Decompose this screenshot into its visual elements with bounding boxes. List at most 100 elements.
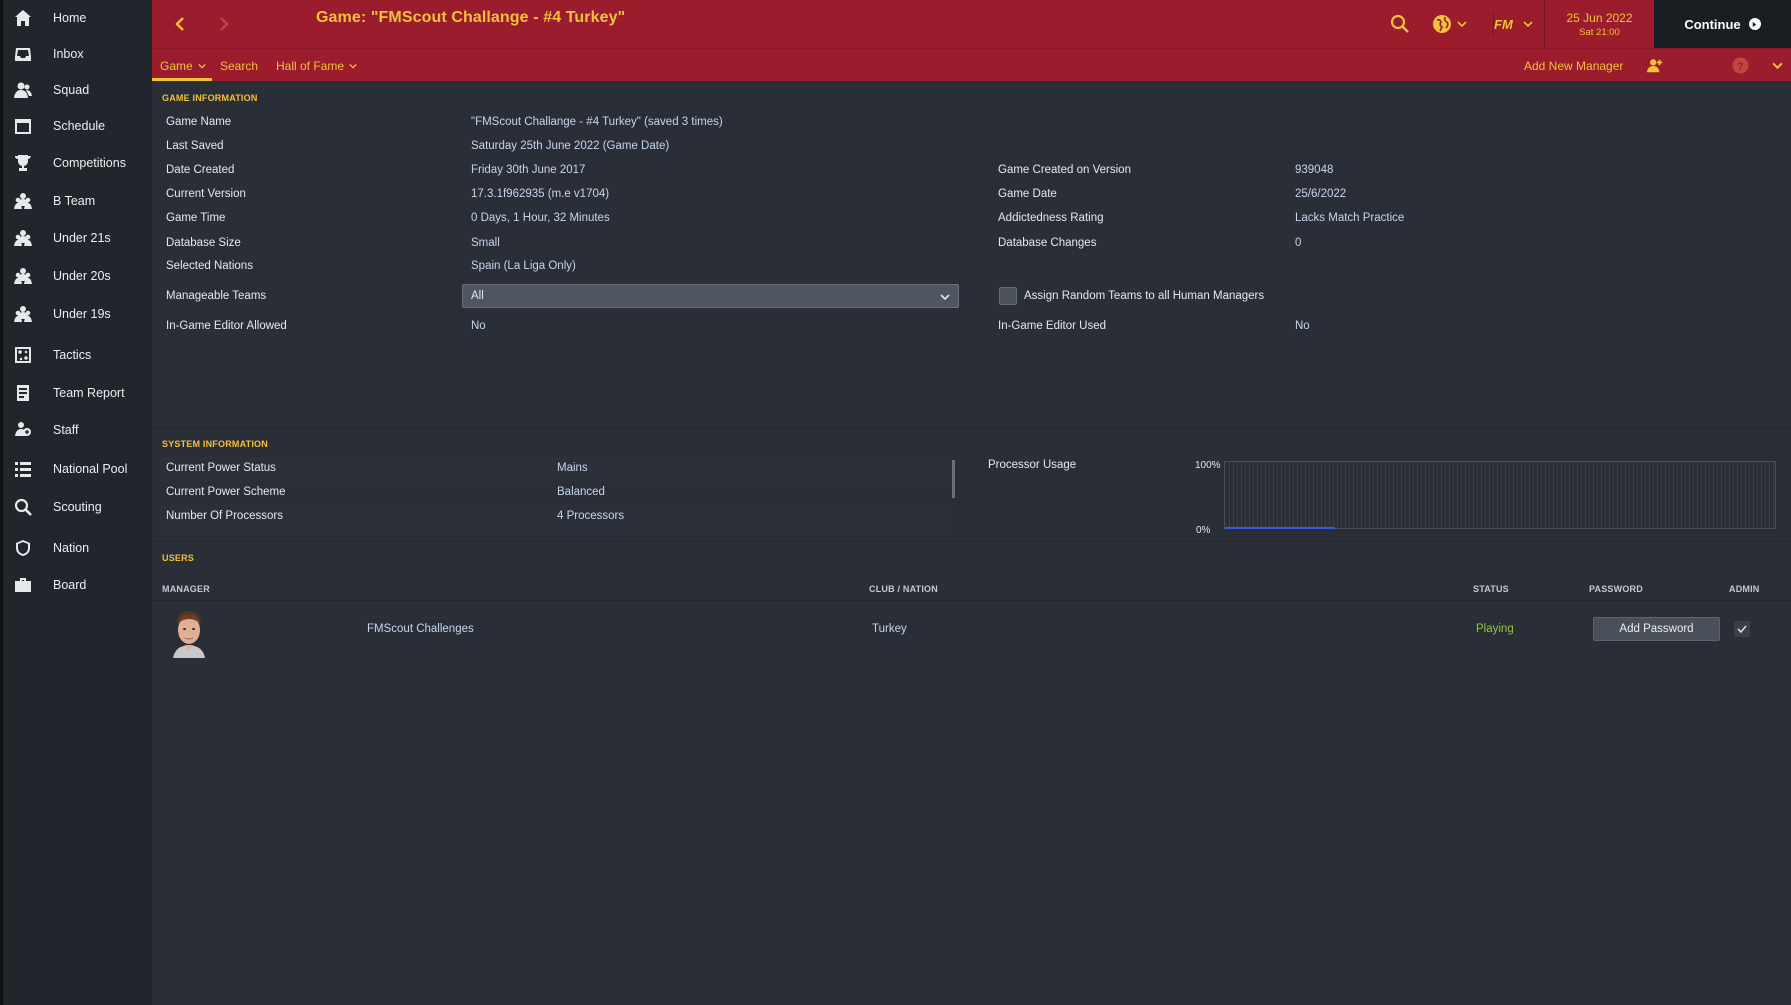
sidebar-item-competitions[interactable]: Competitions: [3, 145, 155, 181]
processor-axis-min: 0%: [1196, 525, 1211, 536]
sidebar-item-label: Squad: [53, 83, 90, 97]
sidebar-item-label: National Pool: [53, 462, 128, 476]
back-button[interactable]: [166, 10, 194, 38]
editor-allowed-value: No: [471, 320, 486, 332]
team-icon: [13, 266, 33, 286]
users-title: USERS: [162, 553, 195, 563]
status-badge: Playing: [1476, 623, 1514, 635]
header-bar: Game: "FMScout Challange - #4 Turkey" FM…: [152, 0, 1791, 48]
search-button[interactable]: [1390, 12, 1410, 36]
options-dropdown[interactable]: [1772, 49, 1783, 82]
sidebar-item-label: Inbox: [53, 47, 84, 61]
sidebar-item-label: Under 20s: [53, 269, 111, 283]
add-manager-button[interactable]: [1646, 49, 1664, 82]
tab-search[interactable]: Search: [220, 49, 258, 82]
column-header-admin[interactable]: ADMIN: [1729, 584, 1760, 594]
checkmark-icon: [1737, 625, 1747, 634]
chevron-down-icon: [940, 294, 950, 301]
squad-icon: [13, 80, 33, 100]
info-value: Spain (La Liga Only): [471, 260, 576, 272]
info-value: Small: [471, 237, 500, 249]
sidebar-item-label: Scouting: [53, 500, 102, 514]
editor-used-value: No: [1295, 320, 1310, 332]
add-new-manager-link[interactable]: Add New Manager: [1524, 49, 1623, 82]
manageable-teams-select[interactable]: All: [462, 284, 959, 308]
sidebar-item-under-20s[interactable]: Under 20s: [3, 258, 155, 294]
info-label: Current Version: [166, 188, 246, 200]
sidebar-item-label: Staff: [53, 423, 79, 437]
scrollbar[interactable]: [952, 460, 955, 498]
info-label: Selected Nations: [166, 260, 253, 272]
info-value: "FMScout Challange - #4 Turkey" (saved 3…: [471, 116, 723, 128]
column-header-status[interactable]: STATUS: [1473, 584, 1509, 594]
tab-hall-of-fame-label: Hall of Fame: [276, 58, 345, 73]
sidebar-item-scouting[interactable]: Scouting: [3, 489, 155, 525]
info-label: Date Created: [166, 164, 235, 176]
add-user-icon: [1646, 58, 1663, 72]
sidebar-item-label: Board: [53, 578, 87, 592]
admin-checkbox[interactable]: [1734, 621, 1750, 637]
current-day-time: Sat 21:00: [1579, 26, 1620, 38]
sidebar-item-home[interactable]: Home: [3, 0, 155, 36]
manager-avatar[interactable]: [170, 608, 208, 658]
section-divider: [152, 541, 1791, 542]
manager-name-link[interactable]: FMScout Challenges: [367, 623, 474, 635]
club-nation-link[interactable]: Turkey: [872, 623, 907, 635]
tab-game-label: Game: [160, 58, 193, 73]
forward-button[interactable]: [210, 10, 238, 38]
sidebar-item-label: Nation: [53, 541, 90, 555]
svg-text:FM: FM: [1494, 17, 1514, 31]
chevron-down-icon: [198, 63, 206, 69]
sidebar-item-tactics[interactable]: Tactics: [3, 337, 155, 373]
continue-label: Continue: [1684, 16, 1741, 32]
info-label: Game Time: [166, 212, 226, 224]
info-value: Friday 30th June 2017: [471, 164, 586, 176]
add-password-button[interactable]: Add Password: [1593, 617, 1720, 641]
search-icon: [13, 497, 33, 517]
search-icon: [1390, 14, 1409, 33]
sidebar-item-label: Schedule: [53, 119, 106, 133]
info-value: 0 Days, 1 Hour, 32 Minutes: [471, 212, 610, 224]
system-info-label: Current Power Status: [166, 462, 276, 474]
column-header-manager[interactable]: MANAGER: [162, 584, 210, 594]
sidebar-item-label: Competitions: [53, 156, 126, 170]
column-header-club-nation[interactable]: CLUB / NATION: [869, 584, 938, 594]
shield-icon: [13, 538, 33, 558]
sidebar-item-b-team[interactable]: B Team: [3, 183, 155, 219]
column-header-password[interactable]: PASSWORD: [1589, 584, 1643, 594]
sidebar-item-staff[interactable]: Staff: [3, 412, 155, 448]
sidebar-item-inbox[interactable]: Inbox: [3, 36, 155, 72]
sidebar-item-nation[interactable]: Nation: [3, 530, 155, 566]
processor-axis-max: 100%: [1195, 460, 1221, 471]
help-button[interactable]: ?: [1732, 49, 1749, 82]
tab-hall-of-fame[interactable]: Hall of Fame: [276, 49, 357, 82]
system-info-label: Current Power Scheme: [166, 486, 286, 498]
app-window: Home Inbox Squad Schedule Competitions B Team…: [0, 0, 1791, 1005]
manageable-teams-value: All: [471, 290, 484, 302]
sidebar-item-team-report[interactable]: Team Report: [3, 375, 155, 411]
chevron-down-icon: [1457, 21, 1467, 28]
game-date-display[interactable]: 25 Jun 2022 Sat 21:00: [1544, 0, 1654, 48]
fm-logo-icon: FM: [1494, 17, 1514, 31]
editor-used-label: In-Game Editor Used: [998, 320, 1107, 332]
team-icon: [13, 304, 33, 324]
info-value: 939048: [1295, 164, 1334, 176]
world-menu-button[interactable]: [1432, 12, 1467, 36]
sidebar-item-board[interactable]: Board: [3, 567, 155, 603]
processor-usage-graph: [1224, 461, 1776, 529]
sidebar-item-national-pool[interactable]: National Pool: [3, 451, 155, 487]
current-date: 25 Jun 2022: [1566, 10, 1633, 25]
sidebar-item-under-21s[interactable]: Under 21s: [3, 220, 155, 256]
tactics-icon: [13, 345, 33, 365]
sidebar-item-under-19s[interactable]: Under 19s: [3, 296, 155, 332]
assign-random-teams-label: Assign Random Teams to all Human Manager…: [1024, 290, 1265, 302]
sidebar-item-label: Home: [53, 11, 87, 25]
home-icon: [13, 8, 33, 28]
continue-button[interactable]: Continue: [1654, 0, 1791, 48]
sidebar-item-schedule[interactable]: Schedule: [3, 108, 155, 144]
info-value: Lacks Match Practice: [1295, 212, 1405, 224]
sidebar-item-squad[interactable]: Squad: [3, 72, 155, 108]
fm-menu-button[interactable]: FM: [1493, 12, 1533, 36]
assign-random-teams-checkbox[interactable]: [999, 287, 1017, 305]
help-icon: ?: [1732, 57, 1749, 74]
